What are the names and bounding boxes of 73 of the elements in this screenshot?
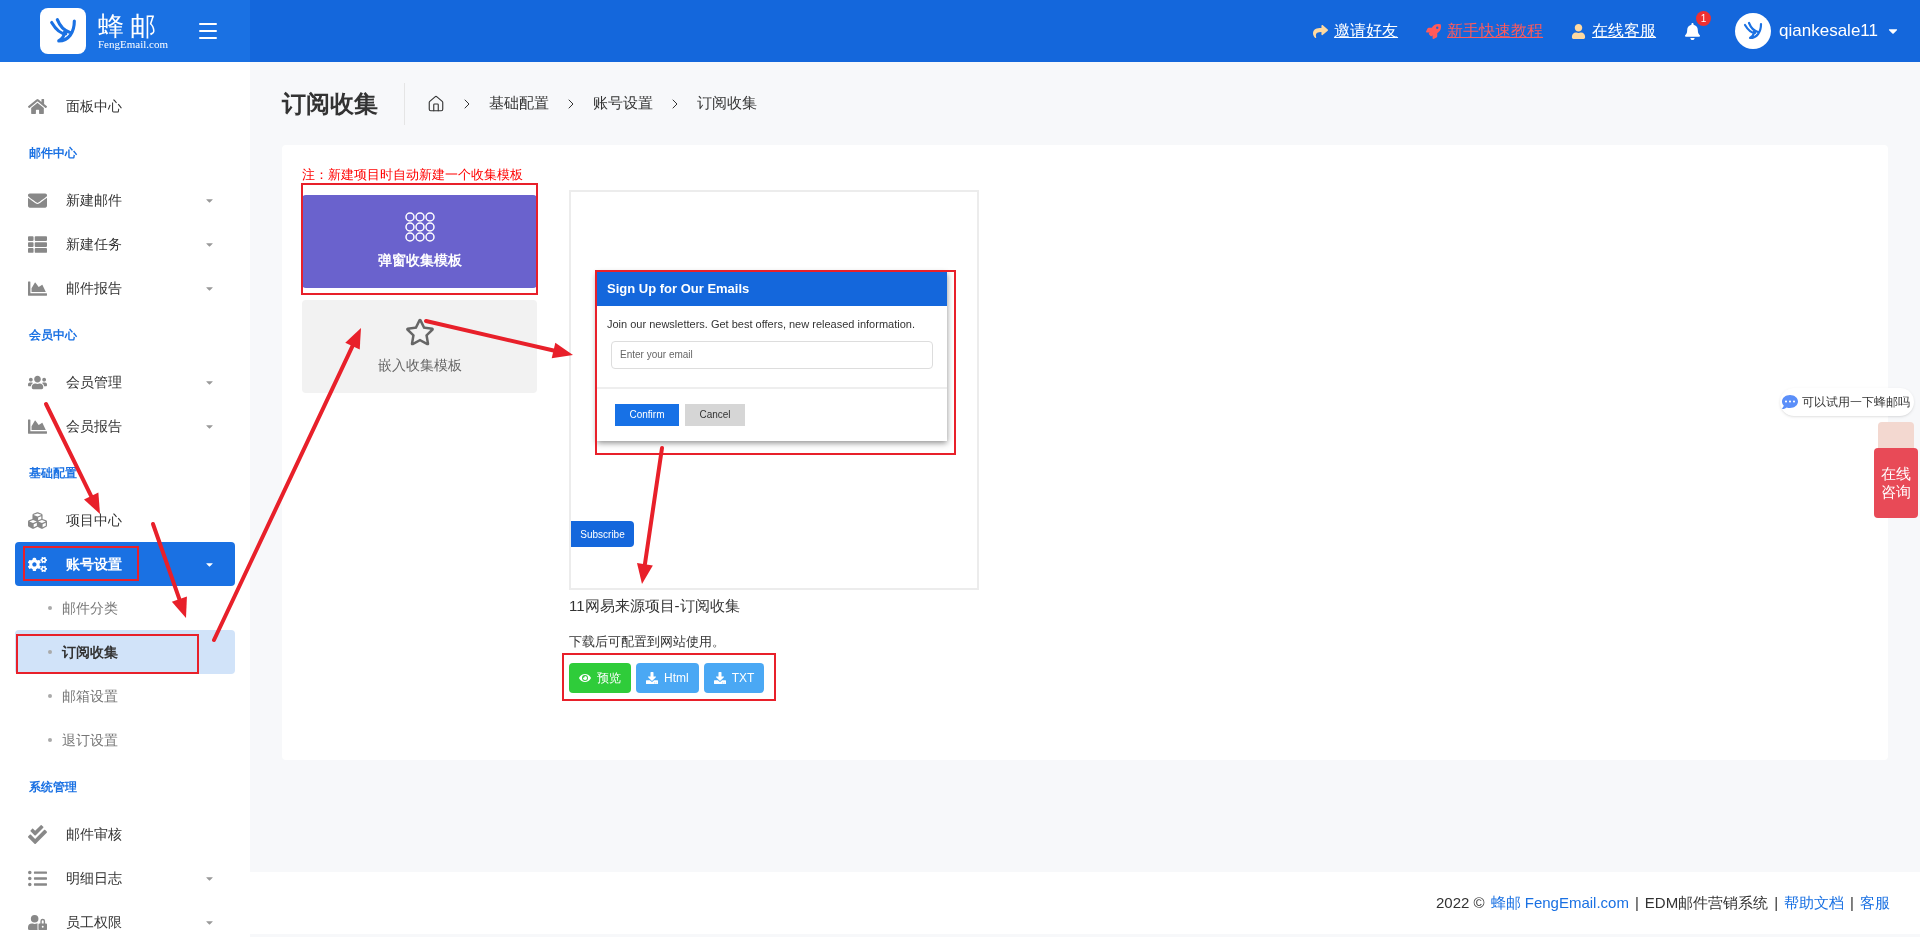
sidebar-subitem[interactable]: 邮箱设置 [15,674,235,718]
sidebar-item[interactable]: 会员管理 [15,360,235,404]
breadcrumb-link[interactable]: 账号设置 [593,92,653,115]
sidebar-item[interactable]: 邮件报告 [15,266,235,310]
user-lock-icon [28,912,47,932]
photo-placeholder [1878,422,1914,448]
area-chart-icon [28,278,47,298]
home-icon [427,94,445,113]
download-icon [713,672,726,684]
copyright-text: 2022 © [1435,892,1485,913]
list-icon [28,234,47,254]
star-icon [404,316,435,347]
sidebar-item[interactable]: 员工权限 [15,900,235,937]
user-menu[interactable]: qiankesale11 [1735,13,1900,49]
cancel-button[interactable]: Cancel [685,403,745,426]
notification-badge: 1 [1696,11,1712,26]
user-icon [1571,23,1587,39]
help-link[interactable]: 帮助文档 [1784,891,1845,915]
list-icon [28,868,47,888]
sidebar-item[interactable]: 邮件审核 [15,812,235,856]
bell-icon [1684,23,1702,40]
consult-label: 在线咨询 [1881,465,1911,501]
system-name: EDM邮件营销系统 [1644,892,1769,913]
breadcrumb-link[interactable]: 基础配置 [489,92,549,115]
double-check-icon [28,824,47,844]
sidebar-subitem[interactable]: 邮件分类 [15,586,235,630]
confirm-button[interactable]: Confirm [615,403,679,426]
sidebar-heading: 基础配置 [29,465,77,482]
note-text: 注：新建项目时自动新建一个收集模板 [302,166,524,184]
project-description: 下载后可配置到网站使用。 [569,632,726,651]
sidebar-heading: 系统管理 [29,779,77,796]
area-chart-icon [28,416,47,436]
popup-text: Join our newsletters. Get best offers, new released information. [606,317,916,332]
envelope-icon [28,190,47,210]
sidebar-subitem[interactable]: 退订设置 [15,718,235,762]
header-link[interactable]: 邀请好友 [1313,19,1399,43]
template-card[interactable]: 嵌入收集模板 [302,299,537,393]
template-card[interactable]: 弹窗收集模板 [302,194,537,288]
project-title: 11网易来源项目-订阅收集 [569,596,741,616]
service-link[interactable]: 客服 [1860,891,1890,915]
rocket-icon [1426,23,1442,39]
chat-icon [1782,394,1798,410]
sidebar-item[interactable]: 新建任务 [15,222,235,266]
sidebar-subitem[interactable]: 订阅收集 [15,630,235,674]
gears-icon [28,554,47,574]
page-title: 订阅收集 [282,82,405,125]
logo-title: 蜂邮 [98,12,162,39]
separator-text: | [1850,892,1854,913]
download-icon [646,672,658,684]
sidebar-item[interactable]: 项目中心 [15,498,235,542]
sidebar-item[interactable]: 账号设置 [15,542,235,586]
brand-link[interactable]: 蜂邮 FengEmail.com [1490,891,1629,915]
header-link[interactable]: 在线客服 [1571,19,1657,43]
sidebar-item[interactable]: 会员报告 [15,404,235,448]
sidebar-heading: 会员中心 [29,327,77,344]
sidebar-heading: 邮件中心 [29,145,77,162]
separator-text: | [1774,892,1779,913]
chat-bubble[interactable]: 可以试用一下蜂邮吗 [1780,388,1914,416]
dots-grid-icon [404,211,435,242]
separator-text: | [1634,892,1639,913]
eye-icon [579,672,591,684]
home-icon [28,96,47,116]
sidebar-item[interactable]: 明细日志 [15,856,235,900]
popup-title: Sign Up for Our Emails [597,272,947,306]
share-icon [1313,23,1329,39]
logo-subtitle: FengEmail.com [98,38,168,50]
sidebar-item[interactable]: 面板中心 [15,84,235,128]
sidebar-item[interactable]: 新建邮件 [15,178,235,222]
consult-button[interactable]: 在线咨询 [1874,448,1918,518]
breadcrumb-link[interactable]: 订阅收集 [697,92,757,115]
boxes-icon [28,510,47,530]
email-field[interactable]: Enter your email [611,340,933,369]
subscribe-button[interactable]: Subscribe [571,521,634,547]
